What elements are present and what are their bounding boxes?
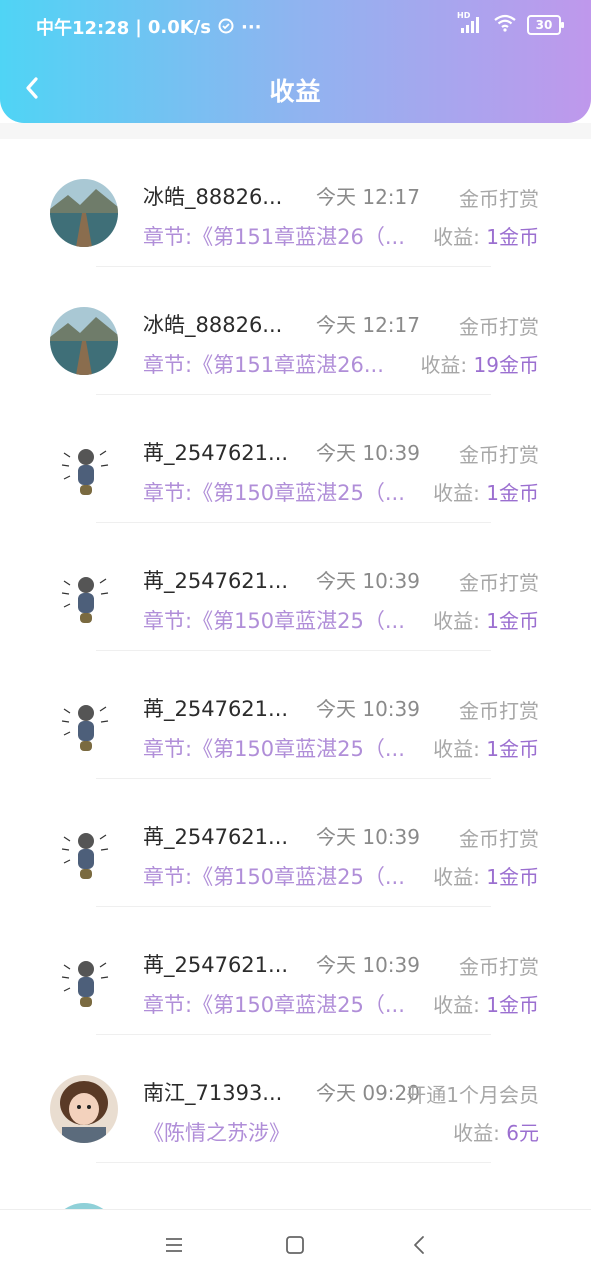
menu-button[interactable] (156, 1230, 192, 1260)
item-earning: 收益: 1金币 (433, 221, 539, 250)
menu-icon (166, 1238, 182, 1252)
earning-value: 1金币 (486, 993, 539, 1017)
landscape-avatar (50, 179, 118, 247)
list-item[interactable]: 冰皓_88826... 今天 12:17 金币打赏 章节:《第151章蓝湛26.… (0, 267, 591, 395)
battery-icon: 30 (527, 15, 564, 35)
wifi-icon (493, 14, 517, 36)
status-more: ··· (241, 16, 262, 38)
square-icon (286, 1236, 304, 1254)
status-separator: | (135, 16, 142, 38)
item-type: 金币打赏 (459, 699, 539, 723)
earning-value: 1金币 (486, 865, 539, 889)
item-name: 冰皓_88826... (143, 185, 283, 209)
nav-back-button[interactable] (401, 1230, 437, 1260)
item-earning: 收益: 1金币 (433, 477, 539, 506)
cartoon-avatar (50, 435, 118, 503)
alarm-icon (217, 16, 235, 39)
earning-label: 收益: (433, 481, 480, 505)
item-time: 今天 10:39 (316, 953, 420, 977)
earning-label: 收益: (433, 609, 480, 633)
list-item[interactable]: 南江_71393... 今天 09:20 开通1个月会员 《陈情之苏涉》 收益:… (0, 1035, 591, 1163)
item-time: 今天 10:39 (316, 697, 420, 721)
item-name: 冰皓_88826... (143, 313, 283, 337)
earning-label: 收益: (433, 737, 480, 761)
status-time: 中午12:28 (36, 18, 130, 39)
earning-value: 1金币 (486, 481, 539, 505)
earning-label: 收益: (433, 225, 480, 249)
item-time: 今天 12:17 (316, 185, 420, 209)
chevron-left-icon (414, 1236, 424, 1254)
landscape-avatar (50, 307, 118, 375)
earning-value: 19金币 (473, 353, 539, 377)
item-name: 苒_2547621... (143, 441, 289, 465)
list-item[interactable]: 苒_2547621... 今天 10:39 金币打赏 章节:《第150章蓝湛25… (0, 651, 591, 779)
item-type: 金币打赏 (459, 315, 539, 339)
item-type: 金币打赏 (459, 827, 539, 851)
status-bar: 中午12:28 | 0.0K/s ··· HD 30 (0, 0, 591, 52)
item-name: 苒_2547621... (143, 953, 289, 977)
item-type: 开通1个月会员 (406, 1083, 539, 1107)
item-earning: 收益: 1金币 (433, 733, 539, 762)
item-name: 苒_2547621... (143, 825, 289, 849)
item-time: 今天 12:17 (316, 313, 420, 337)
earning-value: 1金币 (486, 609, 539, 633)
child-photo-avatar (50, 1075, 118, 1143)
item-detail: 章节:《第150章蓝湛25（... (143, 609, 405, 633)
system-nav-bar (0, 1209, 591, 1281)
item-detail: 章节:《第151章蓝湛26（... (143, 225, 405, 249)
app-header: 中午12:28 | 0.0K/s ··· HD 30 收益 (0, 0, 591, 123)
status-right: HD 30 (457, 11, 564, 36)
cartoon-avatar (50, 947, 118, 1015)
list-item[interactable]: 苒_2547621... 今天 10:39 金币打赏 章节:《第150章蓝湛25… (0, 523, 591, 651)
earning-value: 6元 (506, 1121, 539, 1145)
item-detail: 章节:《第150章蓝湛25（... (143, 481, 405, 505)
item-time: 今天 10:39 (316, 441, 420, 465)
cartoon-avatar (50, 819, 118, 887)
list-item[interactable]: 苒_2547621... 今天 10:39 金币打赏 章节:《第150章蓝湛25… (0, 907, 591, 1035)
home-button[interactable] (277, 1230, 313, 1260)
status-speed: 0.0K/s (147, 16, 211, 38)
item-time: 今天 10:39 (316, 825, 420, 849)
list-item[interactable]: 苒_2547621... 今天 10:39 金币打赏 章节:《第150章蓝湛25… (0, 395, 591, 523)
earning-label: 收益: (433, 865, 480, 889)
item-detail: 章节:《第150章蓝湛25（... (143, 865, 405, 889)
item-type: 金币打赏 (459, 443, 539, 467)
item-time: 今天 10:39 (316, 569, 420, 593)
item-name: 苒_2547621... (143, 697, 289, 721)
item-detail: 章节:《第150章蓝湛25（... (143, 993, 405, 1017)
signal-icon: HD (457, 11, 483, 35)
page-title: 收益 (269, 77, 322, 106)
status-left: 中午12:28 | 0.0K/s ··· (36, 14, 262, 40)
item-type: 金币打赏 (459, 955, 539, 979)
earnings-list[interactable]: 冰皓_88826... 今天 12:17 金币打赏 章节:《第151章蓝湛26（… (0, 139, 591, 1209)
earning-value: 1金币 (486, 225, 539, 249)
item-detail: 章节:《第151章蓝湛26... (143, 353, 384, 377)
item-earning: 收益: 1金币 (433, 989, 539, 1018)
item-earning: 收益: 19金币 (420, 349, 539, 378)
earning-label: 收益: (433, 993, 480, 1017)
item-type: 金币打赏 (459, 571, 539, 595)
item-name: 苒_2547621... (143, 569, 289, 593)
item-earning: 收益: 1金币 (433, 605, 539, 634)
item-type: 金币打赏 (459, 187, 539, 211)
item-time: 今天 09:20 (316, 1081, 420, 1105)
item-earning: 收益: 1金币 (433, 861, 539, 890)
earning-label: 收益: (453, 1121, 500, 1145)
item-earning: 收益: 6元 (453, 1117, 539, 1146)
earning-value: 1金币 (486, 737, 539, 761)
item-detail: 章节:《第150章蓝湛25（... (143, 737, 405, 761)
cartoon-avatar (50, 691, 118, 759)
list-item[interactable]: 冰皓_88826... 今天 12:17 金币打赏 章节:《第151章蓝湛26（… (0, 139, 591, 267)
item-detail: 《陈情之苏涉》 (143, 1121, 290, 1145)
list-item[interactable] (0, 1163, 591, 1209)
item-name: 南江_71393... (143, 1081, 283, 1105)
header-gap (0, 123, 591, 139)
list-item[interactable]: 苒_2547621... 今天 10:39 金币打赏 章节:《第150章蓝湛25… (0, 779, 591, 907)
cartoon-avatar (50, 563, 118, 631)
earning-label: 收益: (420, 353, 468, 377)
